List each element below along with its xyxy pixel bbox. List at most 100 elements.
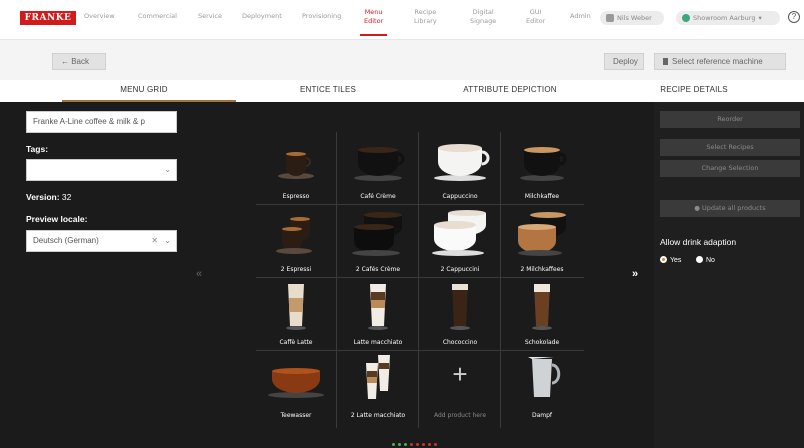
black-coffee-cup-icon [354, 147, 405, 181]
previous-page-arrow[interactable]: « [196, 268, 202, 280]
plus-icon: + [452, 359, 468, 389]
page-dot[interactable] [434, 443, 437, 446]
milk-jug-icon [528, 357, 561, 397]
page-dot[interactable] [404, 443, 407, 446]
version-label: Version: [26, 192, 60, 202]
top-navigation: FRANKE Overview Commercial Service Deplo… [0, 0, 804, 40]
back-button[interactable]: ← Back [52, 53, 106, 70]
menu-name-input[interactable]: Franke A-Line coffee & milk & p [26, 111, 177, 133]
page-dot[interactable] [428, 443, 431, 446]
product-tile-latte-macchiato[interactable]: Latte macchiato [338, 278, 418, 350]
page-dot[interactable] [392, 443, 395, 446]
user-menu[interactable]: Nils Weber [600, 11, 664, 25]
product-label: Add product here [433, 412, 487, 419]
double-latte-macchiato-glass-icon [366, 355, 390, 399]
nav-gui-editor[interactable]: GUI Editor [526, 8, 545, 26]
nav-service[interactable]: Service [198, 12, 222, 21]
tab-menu-grid[interactable]: MENU GRID [64, 85, 224, 94]
product-label: 2 Latte macchiato [350, 412, 406, 419]
reorder-button[interactable]: Reorder [660, 111, 800, 128]
nav-overview[interactable]: Overview [84, 12, 115, 21]
tags-select[interactable]: ⌄ [26, 159, 177, 181]
product-label: Milchkaffee [524, 193, 560, 200]
product-label: Café Crème [360, 193, 396, 200]
milk-coffee-cup-icon [520, 147, 567, 181]
product-tile-teewasser[interactable]: Teewasser [256, 351, 336, 423]
grid-divider [500, 132, 501, 428]
page-dot[interactable] [416, 443, 419, 446]
location-selector[interactable]: Showroom Aarburg ▾ [676, 11, 780, 25]
product-label: Teewasser [280, 412, 312, 419]
tab-recipe-details[interactable]: RECIPE DETAILS [614, 85, 774, 94]
product-tile-caffe-latte[interactable]: Caffè Latte [256, 278, 336, 350]
nav-provisioning[interactable]: Provisioning [302, 12, 341, 21]
product-label: Schokolade [524, 339, 560, 346]
product-tile-schokolade[interactable]: Schokolade [502, 278, 582, 350]
latte-macchiato-glass-icon [368, 284, 388, 330]
double-milk-coffee-cup-icon [518, 212, 566, 256]
product-label: Cappuccino [442, 193, 478, 200]
next-page-arrow[interactable]: » [632, 268, 638, 280]
update-all-products-button[interactable]: ● Update all products [660, 200, 800, 217]
product-label: Caffè Latte [279, 339, 313, 346]
adaption-no-radio[interactable]: No [696, 256, 715, 264]
locale-value: Deutsch (German) [33, 236, 99, 245]
location-icon [682, 14, 690, 22]
no-label: No [706, 257, 715, 264]
franke-logo[interactable]: FRANKE [20, 11, 76, 25]
tab-bar: MENU GRID ENTICE TILES ATTRIBUTE DEPICTI… [0, 80, 804, 102]
machine-icon [663, 58, 668, 65]
product-label: 2 Cafés Crème [355, 266, 401, 273]
product-tile-2-cafes-creme[interactable]: 2 Cafés Crème [338, 205, 418, 277]
product-grid: Espresso Café Crème Cappuccino Milchkaff… [256, 132, 584, 428]
double-black-coffee-cup-icon [352, 212, 402, 256]
nav-deployment[interactable]: Deployment [242, 12, 282, 21]
tab-entice-tiles[interactable]: ENTICE TILES [248, 85, 408, 94]
product-label: 2 Milchkaffees [520, 266, 564, 273]
help-icon[interactable]: ? [788, 11, 800, 23]
product-tile-2-milchkaffees[interactable]: 2 Milchkaffees [502, 205, 582, 277]
product-tile-cafe-creme[interactable]: Café Crème [338, 132, 418, 204]
chococcino-glass-icon [450, 284, 470, 330]
product-label: Espresso [282, 193, 310, 200]
add-product-tile[interactable]: + Add product here [420, 351, 500, 423]
product-tile-milchkaffee[interactable]: Milchkaffee [502, 132, 582, 204]
product-label: Dampf [531, 412, 553, 419]
product-label: 2 Espressi [280, 266, 312, 273]
product-tile-dampf[interactable]: Dampf [502, 351, 582, 423]
select-reference-machine-button[interactable]: Select reference machine [654, 53, 786, 70]
nav-menu-editor[interactable]: Menu Editor [359, 8, 388, 36]
tab-attribute-depiction[interactable]: ATTRIBUTE DEPICTION [430, 85, 590, 94]
nav-digital-signage[interactable]: Digital Signage [470, 8, 496, 26]
yes-label: Yes [670, 257, 682, 264]
page-dot[interactable] [410, 443, 413, 446]
deploy-button[interactable]: Deploy [604, 53, 644, 70]
adaption-yes-radio[interactable]: Yes [660, 256, 681, 264]
tags-label: Tags: [26, 144, 49, 154]
product-tile-2-latte-macchiato[interactable]: 2 Latte macchiato [338, 351, 418, 423]
product-tile-2-cappuccini[interactable]: 2 Cappuccini [420, 205, 500, 277]
allow-drink-adaption-label: Allow drink adaption [660, 237, 737, 247]
grid-divider [418, 132, 419, 428]
product-tile-cappuccino[interactable]: Cappuccino [420, 132, 500, 204]
select-recipes-button[interactable]: Select Recipes [660, 139, 800, 156]
nav-commercial[interactable]: Commercial [138, 12, 177, 21]
change-selection-button[interactable]: Change Selection [660, 160, 800, 177]
product-tile-espresso[interactable]: Espresso [256, 132, 336, 204]
clear-icon[interactable]: ✕ [151, 231, 158, 251]
version-value: 32 [61, 192, 72, 202]
double-cappuccino-cup-icon [432, 210, 486, 256]
grid-divider [336, 132, 337, 428]
product-label: Chococcino [442, 339, 478, 346]
chevron-down-icon: ▾ [758, 14, 762, 22]
preview-locale-select[interactable]: Deutsch (German) ✕ ⌄ [26, 230, 177, 252]
nav-recipe-library[interactable]: Recipe Library [414, 8, 437, 26]
version-row: Version: 32 [26, 192, 71, 202]
product-tile-chococcino[interactable]: Chococcino [420, 278, 500, 350]
nav-admin[interactable]: Admin [570, 12, 591, 21]
page-dot[interactable] [422, 443, 425, 446]
chevron-down-icon[interactable]: ⌄ [164, 231, 171, 251]
page-dot[interactable] [398, 443, 401, 446]
product-tile-2-espressi[interactable]: 2 Espressi [256, 205, 336, 277]
cappuccino-cup-icon [434, 144, 490, 181]
